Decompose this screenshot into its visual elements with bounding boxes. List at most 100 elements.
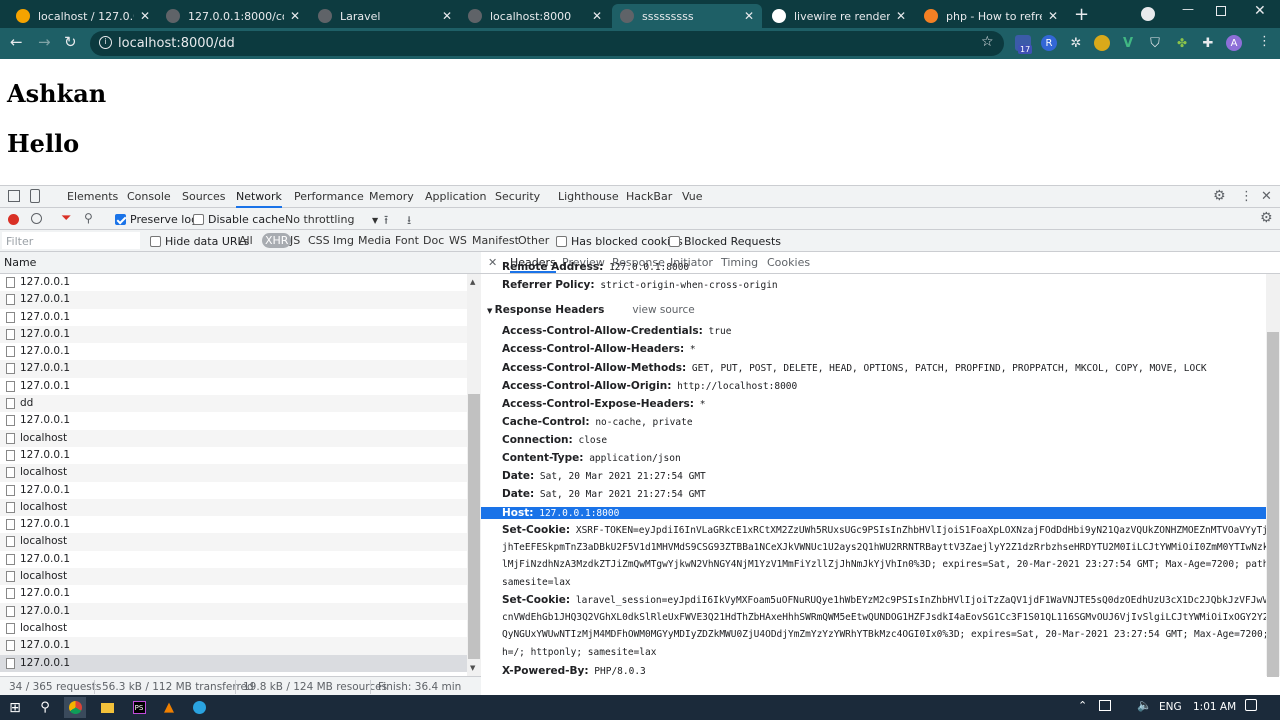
avatar[interactable]: A	[1226, 35, 1242, 51]
browser-menu-icon[interactable]: ⋮	[1258, 34, 1271, 49]
browser-tab[interactable]: livewire re render com... ✕	[764, 4, 914, 28]
table-row[interactable]: localhost	[0, 533, 467, 551]
shield-icon[interactable]: ⛉	[1147, 35, 1163, 51]
table-row[interactable]: dd	[0, 395, 467, 413]
devtools-menu-icon[interactable]: ⋮	[1240, 189, 1253, 204]
throttling-select[interactable]: No throttling ▼	[285, 213, 378, 226]
preserve-log-checkbox[interactable]: Preserve log	[115, 213, 198, 226]
type-filter-manifest[interactable]: Manifest	[472, 234, 519, 247]
type-filter-ws[interactable]: WS	[449, 234, 467, 247]
devtools-tab-elements[interactable]: Elements	[67, 186, 118, 208]
info-icon[interactable]: i	[99, 36, 112, 49]
table-row[interactable]: 127.0.0.1	[0, 447, 467, 464]
tab-search-icon[interactable]	[1141, 7, 1155, 21]
table-row[interactable]: 127.0.0.1	[0, 309, 467, 326]
browser-tab[interactable]: localhost / 127.0.0.1 / ... ✕	[8, 4, 158, 28]
blocked-requests-checkbox[interactable]: Blocked Requests	[669, 235, 781, 248]
collapse-triangle-icon[interactable]: ▼	[487, 307, 495, 315]
disable-cache-checkbox[interactable]: Disable cache	[193, 213, 285, 226]
clock[interactable]: 1:01 AM	[1193, 701, 1236, 713]
request-list-scrollbar[interactable]: ▲ ▼	[467, 274, 481, 676]
scroll-down-icon[interactable]: ▼	[470, 664, 475, 672]
devtools-tab-memory[interactable]: Memory	[369, 186, 414, 208]
table-row[interactable]: 127.0.0.1	[0, 585, 467, 602]
extension-r-icon[interactable]: R	[1041, 35, 1057, 51]
close-tab-icon[interactable]: ✕	[744, 9, 754, 23]
devtools-tab-security[interactable]: Security	[495, 186, 540, 208]
devtools-tab-hackbar[interactable]: HackBar	[626, 186, 672, 208]
browser-tab[interactable]: php - How to refresh ... ✕	[916, 4, 1066, 28]
response-headers-section[interactable]: ▼ Response Headers view source	[487, 304, 695, 316]
type-filter-font[interactable]: Font	[395, 234, 419, 247]
settings-gear-icon[interactable]: ⚙	[1213, 188, 1226, 204]
table-row[interactable]: 127.0.0.1	[0, 654, 467, 672]
table-row[interactable]: 127.0.0.1	[0, 343, 467, 360]
extension-colorful-icon[interactable]	[1094, 35, 1110, 51]
table-row[interactable]: localhost	[0, 620, 467, 637]
browser-tab[interactable]: 127.0.0.1:8000/comm... ✕	[158, 4, 308, 28]
minimize-button[interactable]: —	[1182, 2, 1194, 16]
tray-chevron-icon[interactable]: ⌃	[1078, 699, 1087, 712]
maximize-button[interactable]	[1216, 6, 1226, 16]
close-tab-icon[interactable]: ✕	[896, 9, 906, 23]
devtools-tab-application[interactable]: Application	[425, 186, 486, 208]
table-row[interactable]: 127.0.0.1	[0, 516, 467, 533]
import-har-icon[interactable]: ⭱	[384, 211, 388, 232]
volume-icon[interactable]: 🔈	[1137, 698, 1152, 712]
browser-tab[interactable]: localhost:8000 ✕	[460, 4, 610, 28]
new-tab-button[interactable]: +	[1074, 4, 1089, 25]
close-tab-icon[interactable]: ✕	[1048, 9, 1058, 23]
clear-icon[interactable]	[31, 213, 42, 224]
browser-tab[interactable]: sssssssss ✕	[612, 4, 762, 28]
headers-scrollbar[interactable]	[1266, 274, 1280, 677]
view-source-link[interactable]: view source	[632, 304, 694, 316]
headers-scrollbar-thumb[interactable]	[1267, 332, 1279, 677]
search-icon[interactable]: ⚲	[84, 211, 93, 225]
devtools-tab-sources[interactable]: Sources	[182, 186, 226, 208]
close-devtools-icon[interactable]: ✕	[1261, 189, 1272, 204]
close-tab-icon[interactable]: ✕	[290, 9, 300, 23]
type-filter-img[interactable]: Img	[333, 234, 354, 247]
table-row[interactable]: 127.0.0.1	[0, 412, 467, 429]
table-row[interactable]: 127.0.0.1	[0, 274, 467, 291]
type-filter-all[interactable]: All	[239, 234, 253, 247]
table-row[interactable]: 127.0.0.1	[0, 637, 467, 655]
close-tab-icon[interactable]: ✕	[140, 9, 150, 23]
device-toolbar-icon[interactable]	[30, 189, 40, 203]
telegram-icon[interactable]	[188, 697, 210, 718]
vlc-icon[interactable]: ▲	[158, 697, 180, 718]
devtools-tab-lighthouse[interactable]: Lighthouse	[558, 186, 619, 208]
type-filter-css[interactable]: CSS	[308, 234, 330, 247]
network-icon[interactable]	[1099, 700, 1111, 711]
bookmark-star-icon[interactable]: ☆	[981, 34, 994, 50]
table-row[interactable]: localhost	[0, 429, 467, 447]
table-row[interactable]: localhost	[0, 498, 467, 517]
type-filter-xhr[interactable]: XHR	[262, 233, 292, 248]
table-row[interactable]: 127.0.0.1	[0, 291, 467, 309]
has-blocked-cookies-checkbox[interactable]: Has blocked cookies	[556, 235, 683, 248]
scrollbar-thumb[interactable]	[468, 394, 480, 659]
table-row[interactable]: 127.0.0.1	[0, 482, 467, 499]
devtools-tab-console[interactable]: Console	[127, 186, 171, 208]
file-explorer-icon[interactable]	[96, 697, 118, 718]
table-row[interactable]: 127.0.0.1	[0, 360, 467, 378]
table-row[interactable]: 127.0.0.1	[0, 325, 467, 344]
table-row[interactable]: localhost	[0, 464, 467, 482]
network-settings-icon[interactable]: ⚙	[1260, 210, 1273, 226]
phpstorm-icon[interactable]: PS	[128, 697, 150, 718]
type-filter-js[interactable]: JS	[290, 234, 300, 247]
close-window-button[interactable]: ✕	[1254, 3, 1266, 19]
back-icon[interactable]: ←	[10, 33, 23, 51]
devtools-tab-performance[interactable]: Performance	[294, 186, 364, 208]
export-har-icon[interactable]: ⭳	[407, 211, 411, 232]
type-filter-other[interactable]: Other	[518, 234, 549, 247]
forward-icon[interactable]: →	[38, 33, 51, 51]
table-row[interactable]: 127.0.0.1	[0, 551, 467, 568]
chrome-icon[interactable]	[64, 697, 86, 718]
language-indicator[interactable]: ENG	[1159, 701, 1182, 713]
extension-gear-icon[interactable]: ✲	[1068, 35, 1084, 51]
devtools-tab-vue[interactable]: Vue	[682, 186, 703, 208]
filter-funnel-icon[interactable]: ⏷	[61, 211, 71, 226]
table-row[interactable]: 127.0.0.1	[0, 378, 467, 395]
search-icon[interactable]: ⚲	[34, 697, 56, 718]
